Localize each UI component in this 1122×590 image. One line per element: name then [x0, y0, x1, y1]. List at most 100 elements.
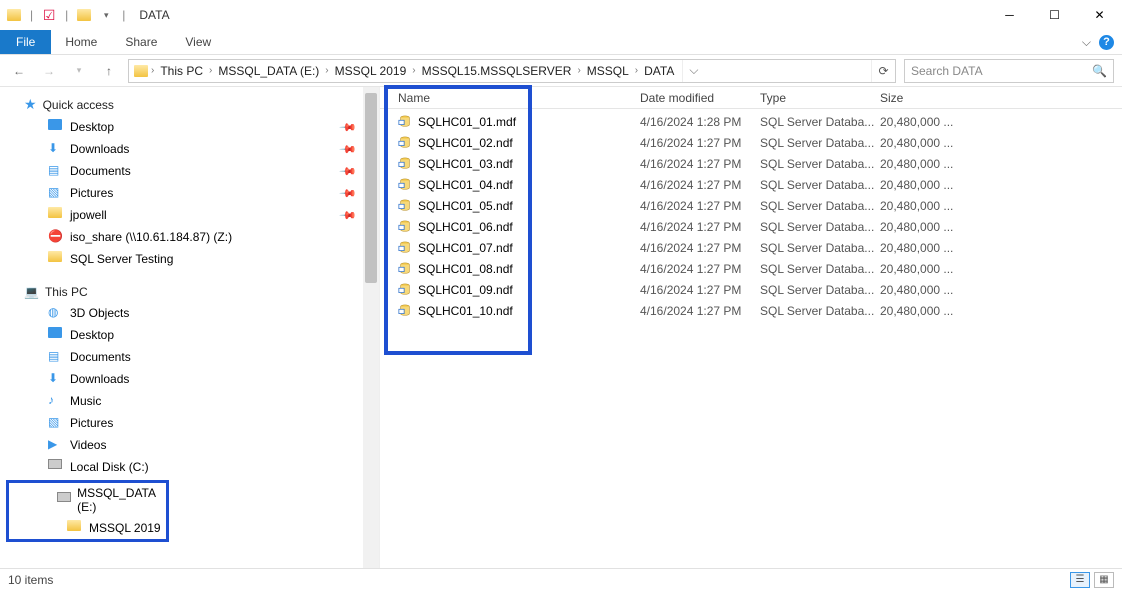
view-tab[interactable]: View: [171, 30, 225, 54]
col-size[interactable]: Size: [880, 91, 990, 105]
file-name: SQLHC01_05.ndf: [418, 199, 513, 213]
nav-item[interactable]: ▤Documents: [0, 346, 379, 368]
file-date: 4/16/2024 1:27 PM: [640, 262, 760, 276]
nav-item-label: Pictures: [70, 416, 113, 430]
share-tab[interactable]: Share: [111, 30, 171, 54]
nav-item-label: Documents: [70, 350, 131, 364]
file-row[interactable]: SQLHC01_01.mdf4/16/2024 1:28 PMSQL Serve…: [380, 111, 1122, 132]
chevron-right-icon[interactable]: ›: [323, 65, 330, 76]
address-row: ← → ▾ ↑ › This PC › MSSQL_DATA (E:) › MS…: [0, 55, 1122, 87]
breadcrumb-item[interactable]: MSSQL: [583, 64, 633, 78]
file-row[interactable]: SQLHC01_03.ndf4/16/2024 1:27 PMSQL Serve…: [380, 153, 1122, 174]
nav-item[interactable]: SQL Server Testing: [0, 248, 379, 270]
chevron-right-icon[interactable]: ›: [410, 65, 417, 76]
nav-item[interactable]: ▧Pictures📌: [0, 182, 379, 204]
col-date[interactable]: Date modified: [640, 91, 760, 105]
content-pane: Name Date modified Type Size SQLHC01_01.…: [380, 87, 1122, 568]
search-input[interactable]: Search DATA 🔍: [904, 59, 1114, 83]
details-view-button[interactable]: ☰: [1070, 572, 1090, 588]
ribbon-chevron-icon[interactable]: ⌵: [1082, 35, 1091, 50]
nav-item-label: SQL Server Testing: [70, 252, 173, 266]
qat-folder-icon[interactable]: [76, 7, 92, 23]
file-date: 4/16/2024 1:27 PM: [640, 136, 760, 150]
nav-item-label: Local Disk (C:): [70, 460, 149, 474]
database-file-icon: [398, 178, 412, 192]
file-row[interactable]: SQLHC01_02.ndf4/16/2024 1:27 PMSQL Serve…: [380, 132, 1122, 153]
nav-pane: ★ Quick access Desktop📌⬇Downloads📌▤Docum…: [0, 87, 380, 568]
file-type: SQL Server Databa...: [760, 136, 880, 150]
file-size: 20,480,000 ...: [880, 241, 990, 255]
qat-properties-icon[interactable]: ☑: [41, 7, 57, 23]
chevron-right-icon[interactable]: ›: [207, 65, 214, 76]
nav-item[interactable]: jpowell📌: [0, 204, 379, 226]
nav-item[interactable]: MSSQL_DATA (E:): [9, 483, 166, 517]
back-button[interactable]: ←: [8, 60, 30, 82]
close-button[interactable]: ✕: [1077, 0, 1122, 30]
recent-locations-icon[interactable]: ▾: [68, 60, 90, 82]
database-file-icon: [398, 157, 412, 171]
video-icon: ▶: [48, 437, 64, 453]
file-name: SQLHC01_06.ndf: [418, 220, 513, 234]
nav-quick-access[interactable]: ★ Quick access: [0, 93, 379, 116]
doc-icon: ▤: [48, 163, 64, 179]
file-tab[interactable]: File: [0, 30, 51, 54]
file-type: SQL Server Databa...: [760, 115, 880, 129]
nav-item-label: Downloads: [70, 372, 129, 386]
chevron-right-icon[interactable]: ›: [633, 65, 640, 76]
file-row[interactable]: SQLHC01_09.ndf4/16/2024 1:27 PMSQL Serve…: [380, 279, 1122, 300]
nav-item[interactable]: ▶Videos: [0, 434, 379, 456]
pic-icon: ▧: [48, 185, 64, 201]
refresh-button[interactable]: ⟳: [871, 60, 895, 82]
database-file-icon: [398, 199, 412, 213]
help-icon[interactable]: ?: [1099, 35, 1114, 50]
maximize-button[interactable]: ☐: [1032, 0, 1077, 30]
nav-item[interactable]: Desktop: [0, 324, 379, 346]
forward-button[interactable]: →: [38, 60, 60, 82]
nav-item[interactable]: ⬇Downloads: [0, 368, 379, 390]
nav-item-label: Music: [70, 394, 101, 408]
nav-item-label: MSSQL 2019: [89, 521, 161, 535]
quick-access-label: Quick access: [43, 98, 114, 112]
breadcrumb[interactable]: › This PC › MSSQL_DATA (E:) › MSSQL 2019…: [128, 59, 896, 83]
desktop-icon: [48, 327, 64, 343]
nav-item[interactable]: ♪ Music: [0, 390, 379, 412]
file-type: SQL Server Databa...: [760, 283, 880, 297]
database-file-icon: [398, 241, 412, 255]
nav-item[interactable]: ◍3D Objects: [0, 302, 379, 324]
nav-item[interactable]: ⬇Downloads📌: [0, 138, 379, 160]
nav-item[interactable]: ▧Pictures: [0, 412, 379, 434]
nav-item[interactable]: MSSQL 2019: [9, 517, 166, 539]
breadcrumb-item[interactable]: MSSQL_DATA (E:): [214, 64, 323, 78]
nav-scrollbar[interactable]: [363, 87, 379, 568]
col-name[interactable]: Name: [380, 91, 640, 105]
nav-item[interactable]: ⛔iso_share (\\10.61.184.87) (Z:): [0, 226, 379, 248]
minimize-button[interactable]: ─: [987, 0, 1032, 30]
pin-icon: 📌: [339, 184, 358, 203]
breadcrumb-item[interactable]: MSSQL 2019: [331, 64, 411, 78]
nav-item[interactable]: Local Disk (C:): [0, 456, 379, 478]
col-type[interactable]: Type: [760, 91, 880, 105]
chevron-right-icon[interactable]: ›: [575, 65, 582, 76]
file-row[interactable]: SQLHC01_07.ndf4/16/2024 1:27 PMSQL Serve…: [380, 237, 1122, 258]
database-file-icon: [398, 220, 412, 234]
home-tab[interactable]: Home: [51, 30, 111, 54]
nav-item[interactable]: Desktop📌: [0, 116, 379, 138]
qat-dropdown-icon[interactable]: ▾: [98, 7, 114, 23]
breadcrumb-item[interactable]: MSSQL15.MSSQLSERVER: [418, 64, 576, 78]
file-row[interactable]: SQLHC01_08.ndf4/16/2024 1:27 PMSQL Serve…: [380, 258, 1122, 279]
breadcrumb-item[interactable]: This PC: [156, 64, 207, 78]
breadcrumb-item[interactable]: DATA: [640, 64, 678, 78]
3d-icon: ◍: [48, 305, 64, 321]
file-row[interactable]: SQLHC01_04.ndf4/16/2024 1:27 PMSQL Serve…: [380, 174, 1122, 195]
file-row[interactable]: SQLHC01_05.ndf4/16/2024 1:27 PMSQL Serve…: [380, 195, 1122, 216]
breadcrumb-dropdown-icon[interactable]: ⌵: [682, 60, 704, 82]
nav-item-label: Desktop: [70, 120, 114, 134]
nav-this-pc[interactable]: 💻 This PC: [0, 282, 379, 302]
chevron-right-icon[interactable]: ›: [149, 65, 156, 76]
thumbnails-view-button[interactable]: ▦: [1094, 572, 1114, 588]
up-button[interactable]: ↑: [98, 60, 120, 82]
music-icon: ♪: [48, 393, 64, 409]
nav-item[interactable]: ▤Documents📌: [0, 160, 379, 182]
file-row[interactable]: SQLHC01_10.ndf4/16/2024 1:27 PMSQL Serve…: [380, 300, 1122, 321]
file-row[interactable]: SQLHC01_06.ndf4/16/2024 1:27 PMSQL Serve…: [380, 216, 1122, 237]
